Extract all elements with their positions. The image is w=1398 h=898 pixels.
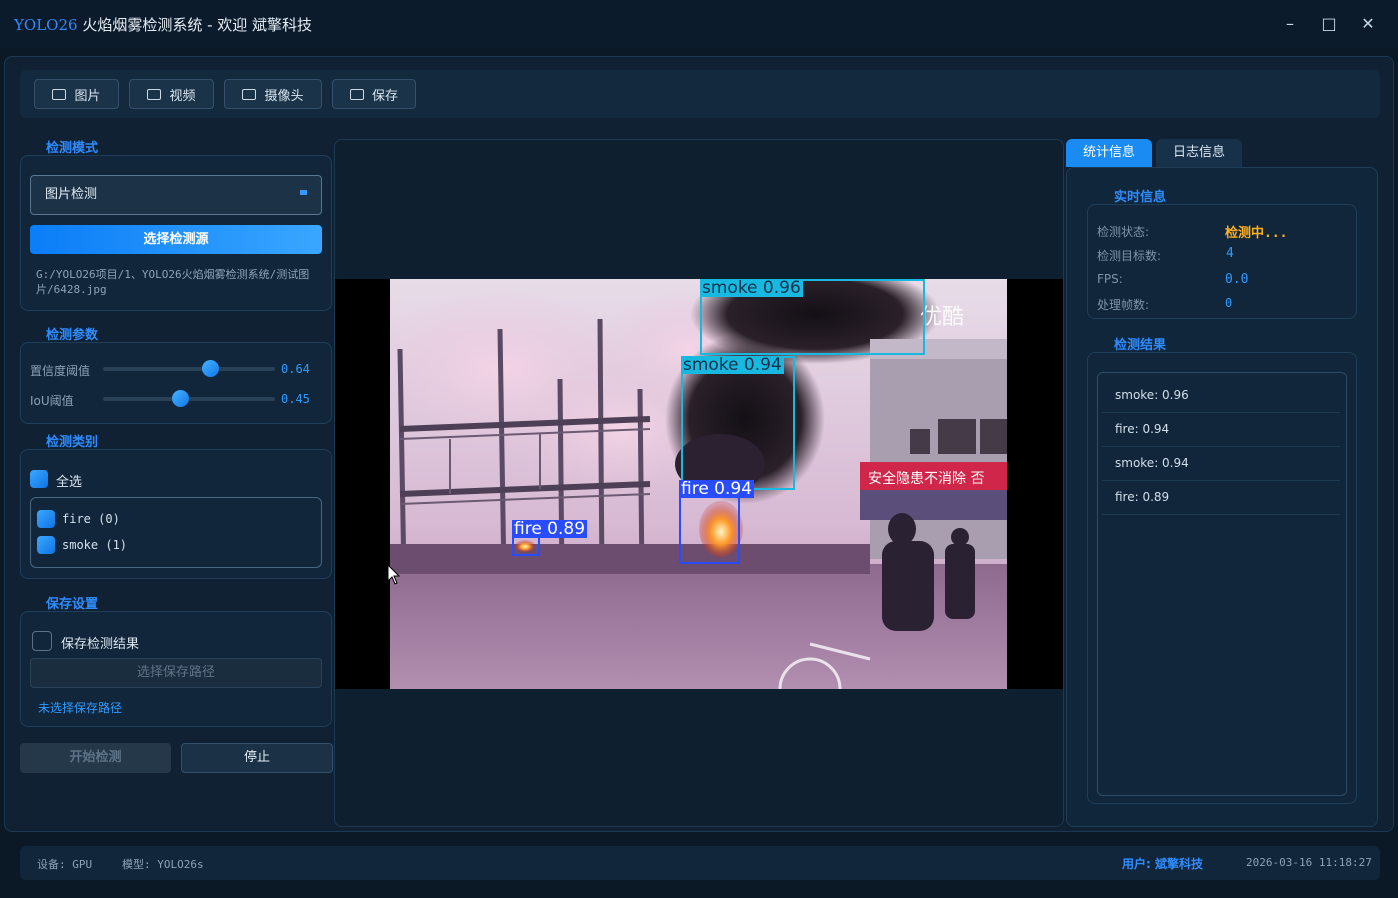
image-button-label: 图片 [74,88,101,104]
result-divider [1102,514,1340,515]
choose-source-button[interactable]: 选择检测源 [30,225,322,254]
result-divider [1102,480,1340,481]
detection-params-panel [20,342,332,424]
camera-button[interactable]: 摄像头 [224,79,322,109]
street-banner-text: 安全隐患不消除 否 [868,470,984,487]
confidence-slider-handle[interactable] [202,360,219,377]
stop-button[interactable]: 停止 [181,743,333,773]
detection-mode-title: 检测模式 [46,141,99,156]
camera-button-label: 摄像头 [264,88,304,104]
video-button-label: 视频 [169,88,196,104]
mouse-cursor-icon [387,564,401,585]
class-checkbox-smoke[interactable] [37,536,55,554]
status-label: 检测状态: [1097,225,1150,239]
mode-select[interactable]: 图片检测 [30,175,322,215]
class-label-fire: fire (0) [62,512,120,526]
result-item: fire: 0.94 [1115,422,1170,436]
status-value: 检测中... [1225,226,1288,241]
video-frame: 安全隐患不消除 否 优酷 smoke 0.96 smoke 0.94 fire … [390,279,1007,689]
choose-save-path-button[interactable]: 选择保存路径 [30,658,322,688]
result-divider [1102,446,1340,447]
close-button[interactable]: ✕ [1356,12,1380,36]
confidence-label: 置信度阈值 [30,364,91,378]
mode-select-value: 图片检测 [45,187,98,202]
source-path: G:/YOLO26项目/1、YOLO26火焰烟雾检测系统/测试图片/6428.j… [36,268,310,296]
result-item: smoke: 0.94 [1115,456,1189,470]
datetime: 2026-03-16 11:18:27 [1246,856,1372,869]
results-title: 检测结果 [1114,338,1167,353]
frames-label: 处理帧数: [1097,298,1150,312]
video-button[interactable]: 视频 [129,79,214,109]
save-icon [349,88,364,100]
save-results-label: 保存检测结果 [61,637,140,652]
app-title-text: 火焰烟雾检测系统 - 欢迎 斌擎科技 [77,16,313,34]
save-button-label: 保存 [371,88,398,104]
class-label-smoke: smoke (1) [62,538,128,552]
result-item: smoke: 0.96 [1115,388,1189,402]
save-path-status: 未选择保存路径 [38,701,123,715]
tab-log[interactable]: 日志信息 [1156,139,1242,167]
fps-value: 0.0 [1225,272,1249,287]
targets-label: 检测目标数: [1097,249,1162,263]
user-info: 用户: 斌擎科技 [1122,857,1203,871]
realtime-info-title: 实时信息 [1114,190,1167,205]
detection-box-smoke-2: smoke 0.94 [681,356,795,490]
result-item: fire: 0.89 [1115,490,1170,504]
detection-label-smoke-2: smoke 0.94 [681,355,784,375]
maximize-button[interactable]: □ [1317,12,1341,36]
minimize-button[interactable]: – [1278,12,1302,36]
fps-label: FPS: [1097,272,1123,286]
app-brand: YOLO26 [14,16,78,34]
targets-value: 4 [1226,246,1234,261]
detection-box-fire-2: fire 0.89 [512,520,588,556]
class-list [30,497,322,568]
device-info: 设备: GPU [37,858,93,871]
detection-label-fire-2: fire 0.89 [512,519,588,539]
class-checkbox-fire[interactable] [37,510,55,528]
detection-label-fire-1: fire 0.94 [679,479,755,499]
video-icon [147,88,162,100]
detection-params-title: 检测参数 [46,328,99,343]
result-divider [1102,412,1340,413]
select-all-checkbox[interactable] [30,470,48,488]
window-title: YOLO26 火焰烟雾检测系统 - 欢迎 斌擎科技 [14,14,312,35]
detection-box-smoke-1: smoke 0.96 [700,279,925,355]
select-all-label: 全选 [56,475,83,490]
iou-label: IoU阈值 [30,394,74,408]
detection-label-smoke-1: smoke 0.96 [700,279,803,298]
image-button[interactable]: 图片 [34,79,119,109]
dropdown-icon [300,190,307,195]
classes-title: 检测类别 [46,435,99,450]
image-icon [52,88,67,100]
save-settings-title: 保存设置 [46,597,99,612]
save-button[interactable]: 保存 [332,79,416,109]
iou-slider[interactable] [103,397,275,401]
save-results-checkbox[interactable] [32,631,52,651]
detection-box-fire-1: fire 0.94 [679,480,755,564]
start-detection-button[interactable]: 开始检测 [20,743,171,773]
frames-value: 0 [1225,296,1233,310]
model-info: 模型: YOLO26s [122,858,204,871]
confidence-value: 0.64 [281,362,310,376]
tab-statistics[interactable]: 统计信息 [1066,139,1152,167]
camera-icon [242,88,257,100]
iou-slider-handle[interactable] [172,390,189,407]
confidence-slider[interactable] [103,367,275,371]
iou-value: 0.45 [281,392,310,406]
video-watermark: 优酷 [920,305,964,330]
